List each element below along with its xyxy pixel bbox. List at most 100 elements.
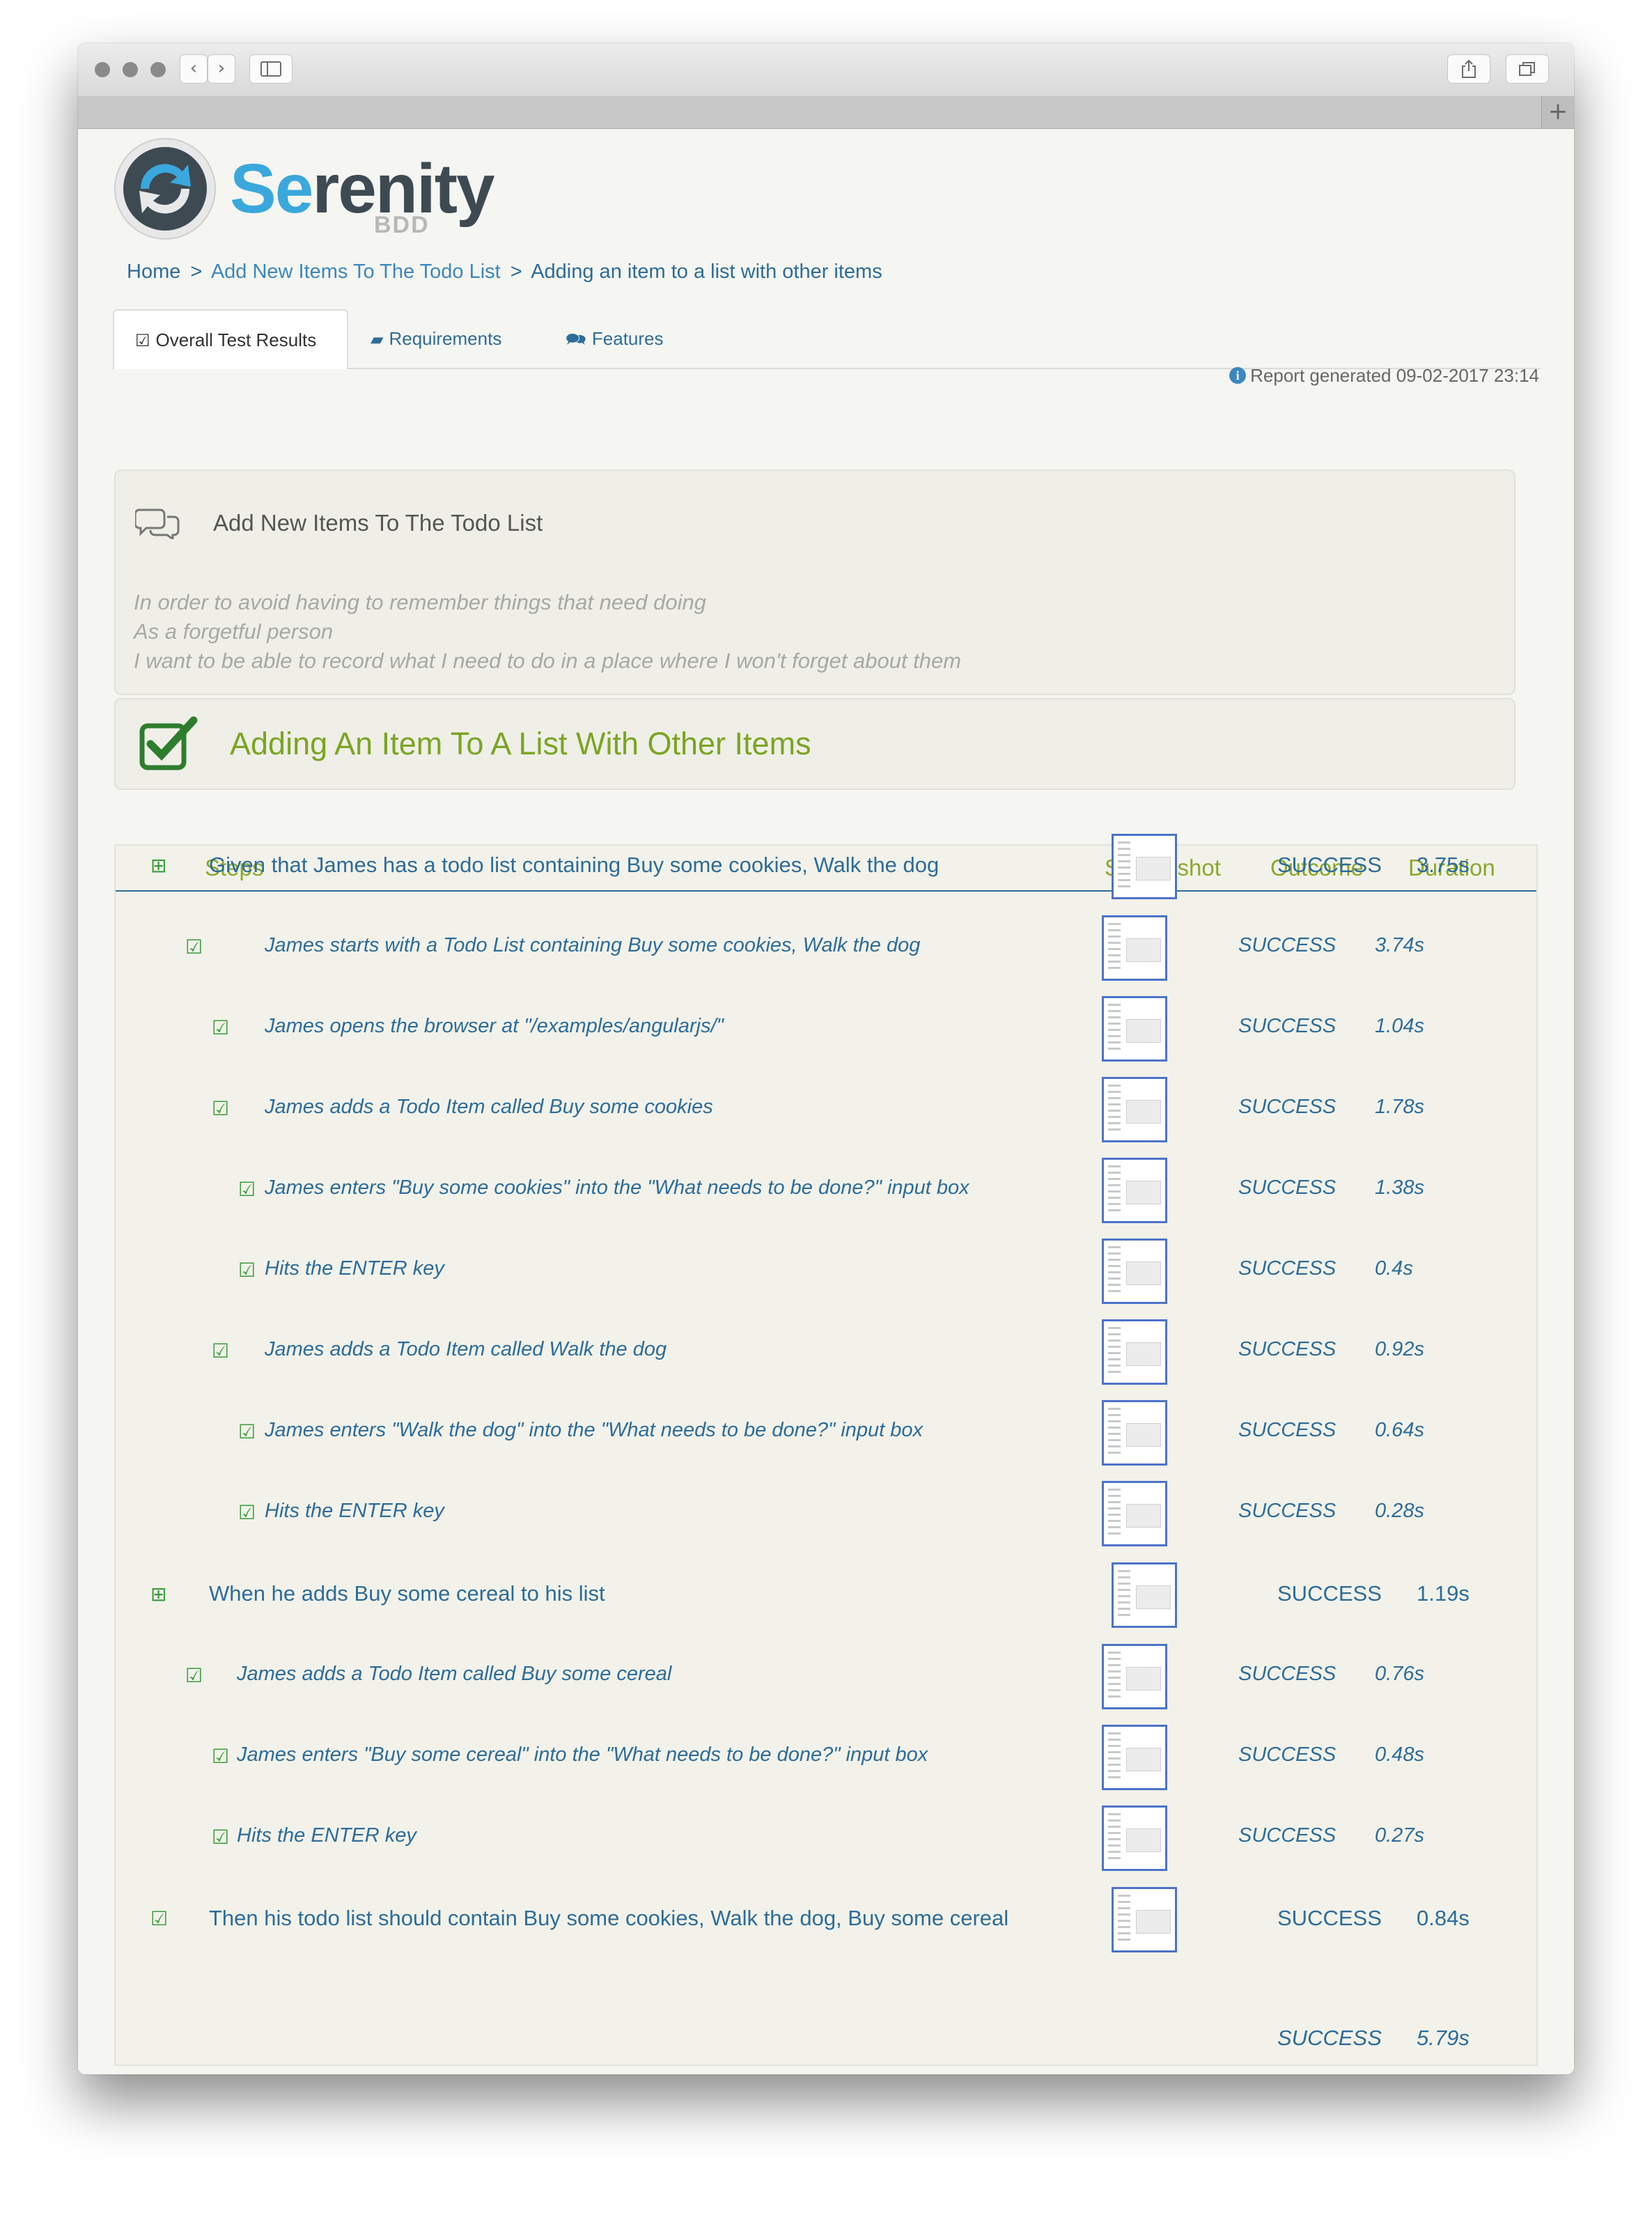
narrative-line: I want to be able to record what I need … <box>134 648 962 673</box>
step-outcome: SUCCESS <box>1277 1906 1382 1930</box>
step-outcome: SUCCESS <box>1238 1176 1337 1199</box>
step-outcome: SUCCESS <box>1238 1663 1337 1685</box>
breadcrumb-separator: > <box>190 261 203 283</box>
back-chevron-icon: ‹ <box>189 58 198 79</box>
tab-features[interactable]: 🗪 Features <box>545 309 705 368</box>
close-window-dot[interactable] <box>95 62 110 77</box>
step-row[interactable]: ☑ Then his todo list should contain Buy s… <box>116 1879 1536 1961</box>
screenshot-thumbnail[interactable] <box>1102 1077 1167 1142</box>
substep-row: ☑ James starts with a Todo List containin… <box>116 908 1536 988</box>
screenshot-thumbnail[interactable] <box>1102 1158 1167 1223</box>
book-icon: ▰ <box>371 329 384 349</box>
screenshot-thumbnail[interactable] <box>1112 834 1177 899</box>
step-description: Hits the ENTER key <box>237 1824 416 1847</box>
step-description: James adds a Todo Item called Walk the d… <box>265 1338 667 1360</box>
browser-window: ‹ › + Serenity BDD Home > Add New Items … <box>78 43 1574 2074</box>
breadcrumb-separator: > <box>510 261 522 283</box>
step-duration: 0.4s <box>1375 1257 1413 1280</box>
screenshot-thumbnail[interactable] <box>1102 1481 1167 1546</box>
step-description: James adds a Todo Item called Buy some c… <box>237 1663 672 1685</box>
expand-icon[interactable]: ⊞ <box>150 854 166 877</box>
screenshot-thumbnail[interactable] <box>1102 1319 1167 1385</box>
screenshot-thumbnail[interactable] <box>1102 1400 1167 1466</box>
step-row[interactable]: ⊞ Given that James has a todo list contai… <box>116 825 1536 908</box>
step-row[interactable]: ⊞ When he adds Buy some cereal to his lis… <box>116 1554 1536 1636</box>
page-content: Serenity BDD Home > Add New Items To The… <box>78 128 1574 2074</box>
tab-label: Requirements <box>389 328 502 349</box>
check-icon: ☑ <box>212 1016 230 1039</box>
tabs-overview-icon <box>1519 62 1535 76</box>
scenario-panel: Adding An Item To A List With Other Item… <box>114 698 1515 790</box>
breadcrumb: Home > Add New Items To The Todo List > … <box>127 261 882 284</box>
screenshot-thumbnail[interactable] <box>1112 1562 1177 1628</box>
step-description: James adds a Todo Item called Buy some c… <box>265 1096 713 1118</box>
step-duration: 3.74s <box>1375 934 1424 956</box>
minimize-window-dot[interactable] <box>123 62 138 77</box>
tab-overview-button[interactable] <box>1506 54 1549 84</box>
screenshot-thumbnail[interactable] <box>1102 915 1167 981</box>
step-description: When he adds Buy some cereal to his list <box>209 1581 605 1606</box>
total-outcome: SUCCESS <box>1277 2026 1382 2050</box>
step-outcome: SUCCESS <box>1238 1743 1337 1766</box>
step-duration: 3.75s <box>1417 853 1470 877</box>
step-outcome: SUCCESS <box>1238 1824 1337 1847</box>
tab-label: Features <box>591 328 664 349</box>
substep-row: ☑ James enters "Walk the dog" into the "W… <box>116 1392 1536 1473</box>
step-duration: 0.84s <box>1417 1906 1470 1930</box>
substep-row: ☑ Hits the ENTER key SUCCESS 0.4s <box>116 1231 1536 1312</box>
share-icon <box>1462 59 1476 78</box>
step-description: Hits the ENTER key <box>265 1257 444 1280</box>
check-icon: ☑ <box>238 1259 256 1282</box>
tab-overall-test-results[interactable]: ☑ Overall Test Results <box>113 309 348 369</box>
step-duration: 0.48s <box>1375 1743 1424 1766</box>
screenshot-thumbnail[interactable] <box>1102 1805 1167 1871</box>
step-duration: 0.28s <box>1375 1500 1424 1522</box>
screenshot-thumbnail[interactable] <box>1102 996 1167 1062</box>
plus-icon: + <box>1548 98 1568 125</box>
check-icon: ☑ <box>212 1339 230 1362</box>
substep-row: ☑ James enters "Buy some cookies" into th… <box>116 1150 1536 1231</box>
back-button[interactable]: ‹ <box>180 54 208 84</box>
breadcrumb-feature-link[interactable]: Add New Items To The Todo List <box>211 261 501 283</box>
expand-icon[interactable]: ⊞ <box>150 1583 166 1606</box>
zoom-window-dot[interactable] <box>150 62 166 77</box>
step-duration: 1.38s <box>1375 1176 1424 1199</box>
step-description: James enters "Walk the dog" into the "Wh… <box>265 1419 924 1441</box>
step-outcome: SUCCESS <box>1238 1015 1337 1037</box>
new-tab-button[interactable]: + <box>1541 96 1574 128</box>
narrative-line: In order to avoid having to remember thi… <box>134 590 707 614</box>
step-outcome: SUCCESS <box>1277 1581 1382 1606</box>
feature-panel: Add New Items To The Todo List In order … <box>114 469 1515 695</box>
brand-subtitle: BDD <box>374 212 430 238</box>
tab-requirements[interactable]: ▰ Requirements <box>350 309 545 368</box>
brand-name-highlight: Se <box>230 150 313 228</box>
forward-button[interactable]: › <box>208 54 235 84</box>
check-icon: ☑ <box>238 1420 256 1443</box>
screenshot-thumbnail[interactable] <box>1102 1644 1167 1709</box>
sidebar-icon <box>260 61 281 77</box>
substep-row: ☑ James adds a Todo Item called Walk the … <box>116 1312 1536 1392</box>
info-icon: i <box>1229 367 1247 385</box>
substep-row: ☑ James opens the browser at "/examples/a… <box>116 988 1536 1069</box>
check-icon: ☑ <box>212 1826 230 1849</box>
report-nav-tabs: ☑ Overall Test Results ▰ Requirements 🗪 Fea… <box>113 309 1541 369</box>
step-outcome: SUCCESS <box>1238 1257 1337 1280</box>
step-duration: 0.76s <box>1375 1663 1424 1685</box>
report-generated-info: i Report generated 09-02-2017 23:14 <box>1229 365 1539 387</box>
check-icon: ☑ <box>238 1501 256 1524</box>
comments-icon <box>135 508 180 539</box>
feature-narrative: In order to avoid having to remember thi… <box>134 588 961 676</box>
feature-title: Add New Items To The Todo List <box>213 510 543 536</box>
step-outcome: SUCCESS <box>1238 1096 1337 1118</box>
narrative-line: As a forgetful person <box>134 619 334 644</box>
substep-row: ☑ James enters "Buy some cereal" into the… <box>116 1717 1536 1798</box>
sidebar-toggle-button[interactable] <box>249 54 293 84</box>
screenshot-thumbnail[interactable] <box>1112 1887 1177 1952</box>
screenshot-thumbnail[interactable] <box>1102 1238 1167 1304</box>
step-description: James enters "Buy some cookies" into the… <box>265 1176 969 1199</box>
share-button[interactable] <box>1447 54 1490 84</box>
comments-icon: 🗪 <box>566 329 586 349</box>
breadcrumb-home-link[interactable]: Home <box>127 261 180 283</box>
screenshot-thumbnail[interactable] <box>1102 1725 1167 1790</box>
step-duration: 1.78s <box>1375 1096 1424 1118</box>
